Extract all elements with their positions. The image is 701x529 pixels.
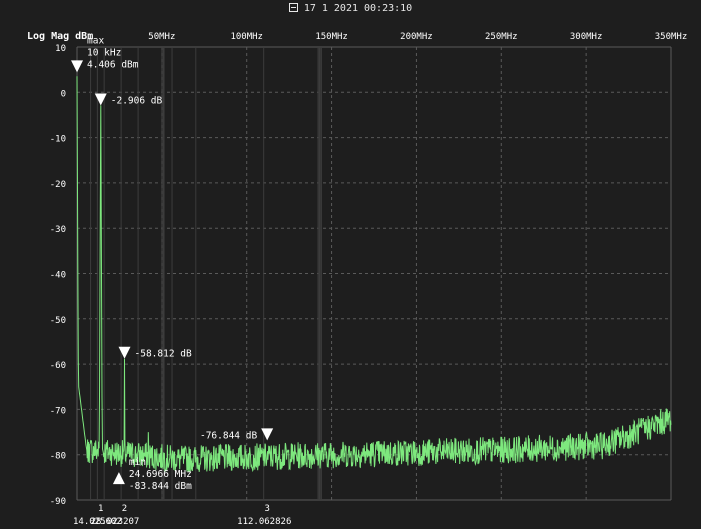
y-tick-label: -30 (50, 225, 66, 235)
x-tick-label: 150MHz (315, 32, 348, 42)
x-tick-label: 200MHz (400, 32, 433, 42)
y-tick-label: -20 (50, 180, 66, 190)
marker-label: 10 kHz (87, 47, 121, 58)
marker-label: -58.812 dB (135, 349, 192, 360)
marker-label: max (87, 35, 104, 46)
x-tick-label: 250MHz (485, 32, 518, 42)
x-tick-labels: 50MHz 100MHz 150MHz 200MHz 250MHz 300MHz 350MH… (148, 32, 687, 42)
marker-triangle (94, 93, 107, 106)
marker-axis-number: 3 (264, 504, 269, 514)
marker-label: 4.406 dBm (87, 59, 139, 70)
marker-label: -83.844 dBm (129, 481, 192, 492)
spectrum-trace (76, 76, 672, 473)
y-tick-label: -40 (50, 271, 66, 281)
marker-label: min (129, 457, 146, 468)
marker-frequency-readout: 28.023207 (91, 517, 140, 527)
x-tick-label: 100MHz (230, 32, 263, 42)
marker-label: 24.6966 MHz (129, 469, 192, 480)
marker-label: -2.906 dB (111, 95, 163, 106)
x-tick-label: 50MHz (148, 32, 175, 42)
marker-3: -76.844 dB 3 (200, 428, 274, 514)
x-tick-label: 350MHz (655, 32, 688, 42)
y-tick-label: -10 (50, 135, 66, 145)
y-tick-label: -80 (50, 452, 66, 462)
y-tick-labels: 10 0 -10 -20 -30 -40 -50 -60 -70 -80 -90 (50, 44, 66, 507)
marker-triangle (261, 428, 274, 441)
marker-axis-number: 1 (98, 504, 103, 514)
bottom-readouts: 14.02560228.023207 112.062826 (73, 517, 291, 527)
y-tick-label: 0 (61, 89, 66, 99)
y-axis-label: Log Mag dBm (27, 31, 93, 42)
marker-frequency-readout: 112.062826 (237, 517, 291, 527)
x-tick-label: 300MHz (570, 32, 603, 42)
y-tick-label: -60 (50, 361, 66, 371)
y-tick-label: -70 (50, 406, 66, 416)
marker-triangle (118, 346, 131, 359)
marker-triangle (71, 60, 84, 73)
spectrum-chart: Log Mag dBm 50MHz 100MHz 150MHz 200MHz 250MH… (27, 31, 687, 527)
y-tick-label: 10 (55, 44, 66, 54)
y-tick-label: -90 (50, 497, 66, 507)
marker-axis-number: 2 (122, 504, 127, 514)
y-tick-label: -50 (50, 316, 66, 326)
marker-label: -76.844 dB (200, 430, 257, 441)
marker-triangle (112, 472, 125, 485)
grid-lines (76, 46, 672, 501)
